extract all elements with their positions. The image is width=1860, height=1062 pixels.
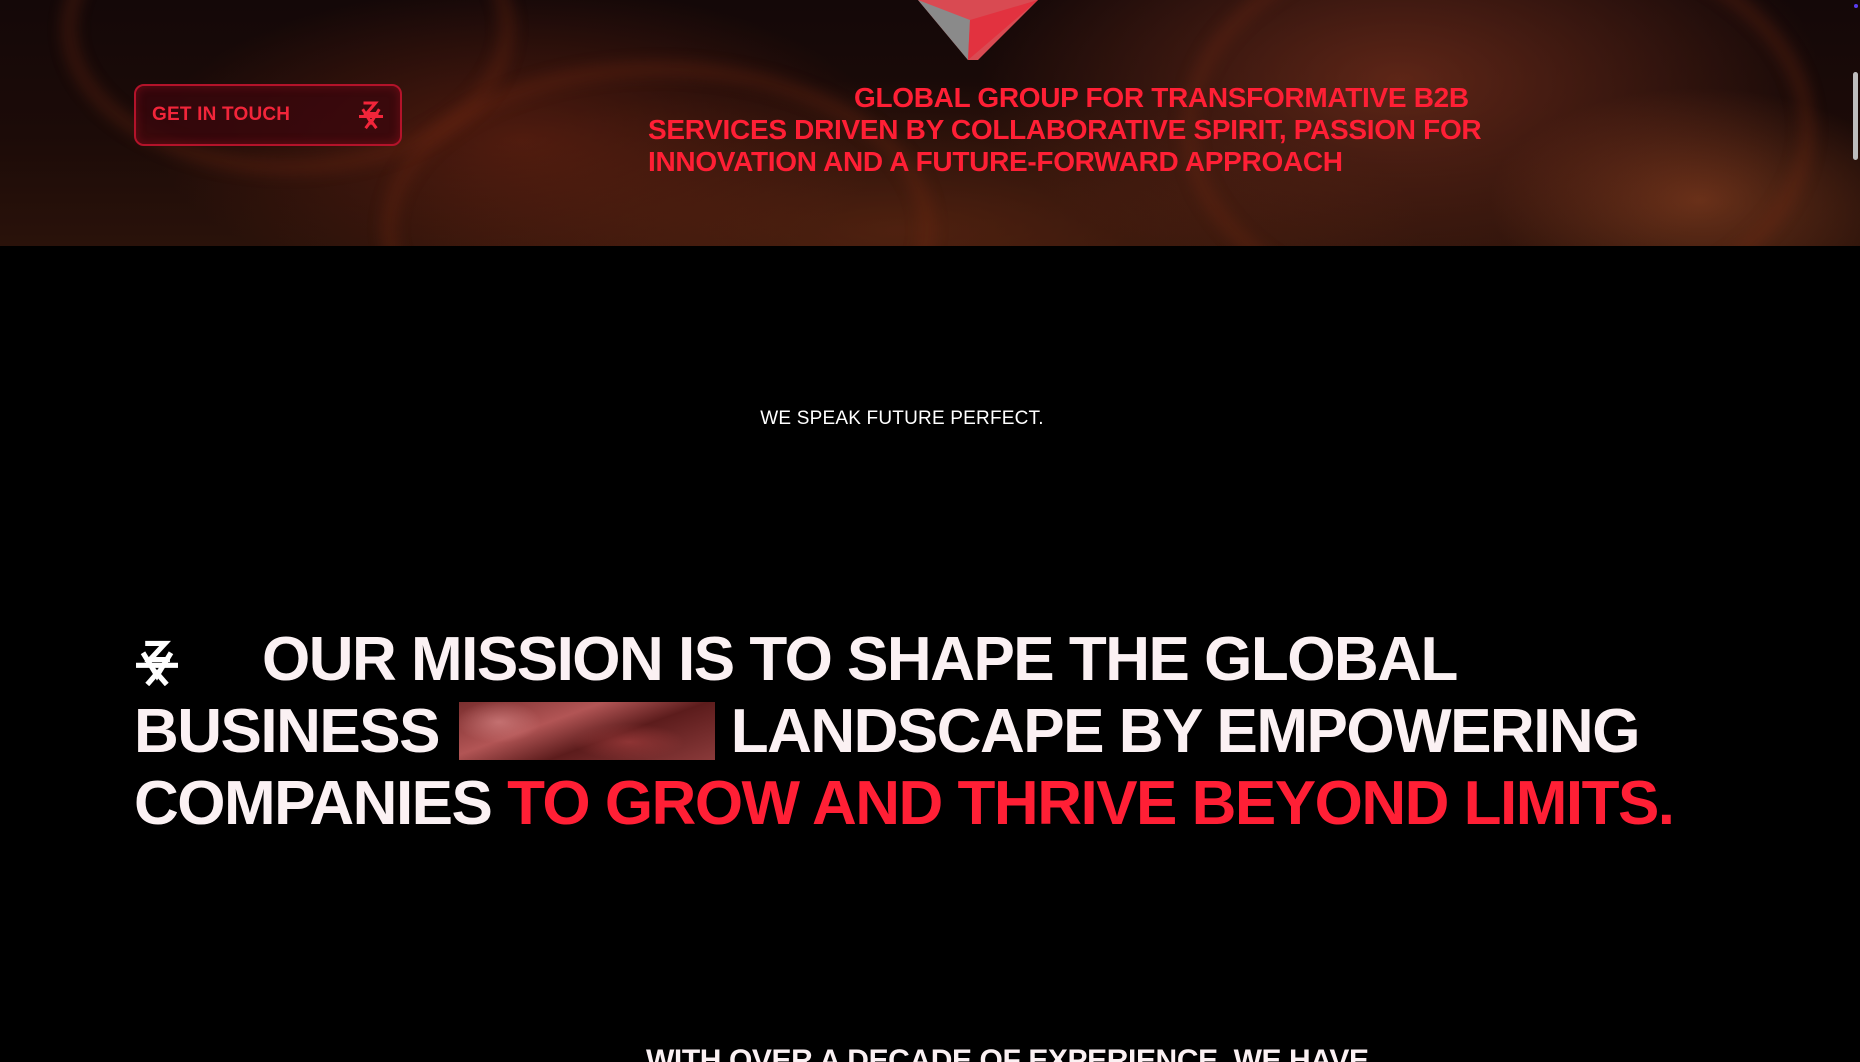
hero-3d-cube-image xyxy=(918,0,1038,60)
hero-section: GET IN TOUCH GLOBAL GROUP FOR TRANSFORMA… xyxy=(0,0,1860,246)
get-in-touch-label: GET IN TOUCH xyxy=(152,104,291,125)
mission-statement: OUR MISSION IS TO SHAPE THE GLOBAL BUSIN… xyxy=(134,624,1694,840)
motto-text: WE SPEAK FUTURE PERFECT. xyxy=(760,408,1044,429)
scrollbar-thumb[interactable] xyxy=(1853,72,1858,160)
experience-heading: WITH OVER A DECADE OF EXPERIENCE, WE HAV… xyxy=(646,1044,1369,1062)
indicator-dot xyxy=(1854,4,1858,8)
hero-tagline: GLOBAL GROUP FOR TRANSFORMATIVE B2B SERV… xyxy=(648,82,1482,177)
star-logo-icon xyxy=(359,101,383,130)
scrollbar[interactable] xyxy=(1850,0,1860,1062)
mission-inline-image xyxy=(458,702,715,760)
mission-text-accent: TO GROW AND THRIVE BEYOND LIMITS. xyxy=(507,769,1675,838)
star-logo-icon xyxy=(136,640,178,686)
get-in-touch-button[interactable]: GET IN TOUCH xyxy=(134,84,402,146)
page: GET IN TOUCH GLOBAL GROUP FOR TRANSFORMA… xyxy=(0,0,1860,1062)
